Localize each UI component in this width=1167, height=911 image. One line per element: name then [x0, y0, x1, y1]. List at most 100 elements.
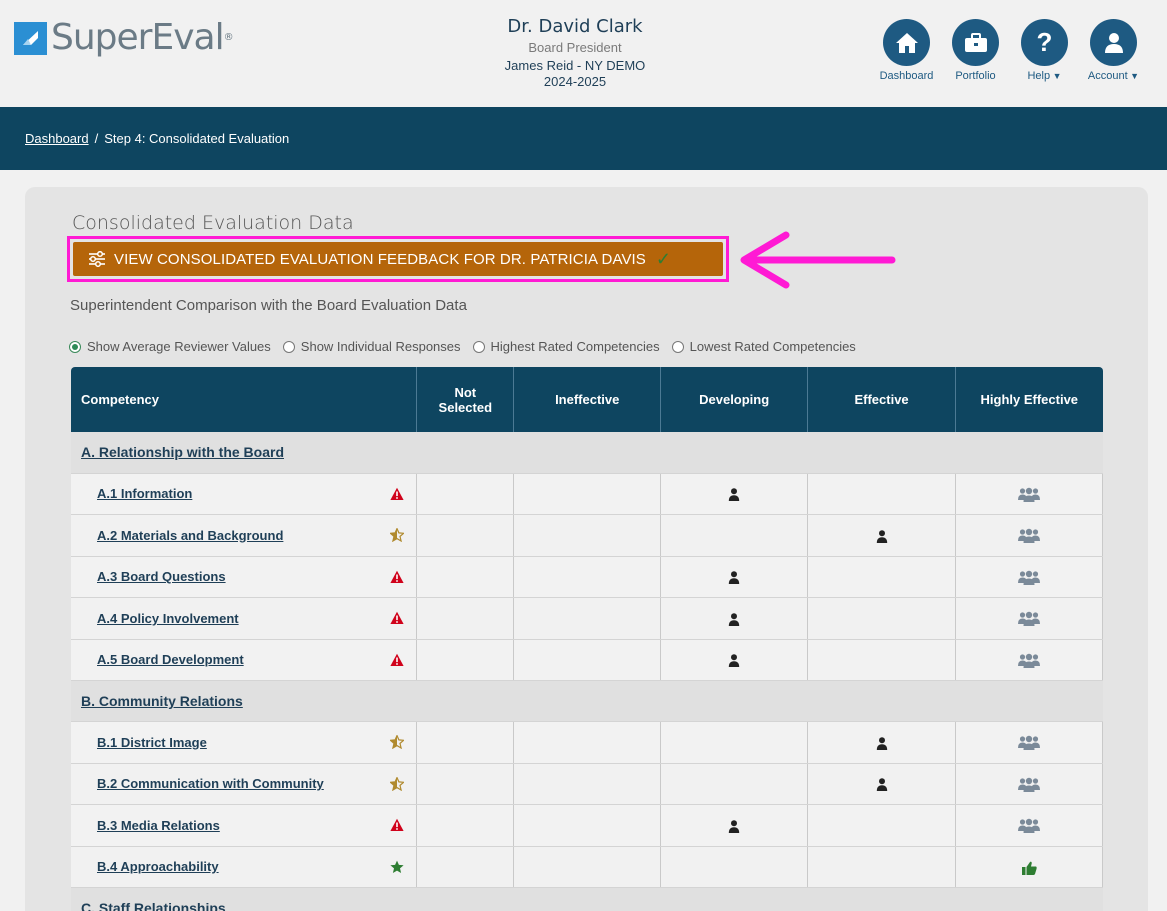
logo-mark-icon: [14, 21, 47, 55]
caret-down-icon: ▼: [1127, 71, 1140, 81]
group-icon: [1018, 570, 1041, 585]
radio-button[interactable]: [69, 340, 81, 353]
table-row: B.4 Approachability: [71, 846, 1103, 888]
header-ineffective: Ineffective: [513, 367, 662, 432]
rating-cell: [513, 473, 662, 515]
rating-cell: [660, 473, 809, 515]
rating-cell: [955, 597, 1103, 640]
nav-label[interactable]: Help ▼: [1027, 70, 1061, 82]
group-cell: C. Staff Relationships: [71, 887, 1103, 911]
header-highly-effective: Highly Effective: [955, 367, 1103, 432]
annotation-arrow-icon: [740, 231, 896, 289]
view-feedback-button[interactable]: VIEW CONSOLIDATED EVALUATION FEEDBACK FO…: [73, 242, 723, 276]
competency-link[interactable]: B.2 Communication with Community: [97, 776, 324, 791]
nav-label[interactable]: Dashboard: [880, 70, 934, 82]
competency-link[interactable]: B.4 Approachability: [97, 859, 219, 874]
rating-cell: [416, 846, 515, 888]
header-effective: Effective: [807, 367, 957, 432]
competency-link[interactable]: A.4 Policy Involvement: [97, 611, 239, 626]
breadcrumb-dashboard-link[interactable]: Dashboard: [25, 131, 89, 146]
group-icon: [1018, 653, 1041, 668]
group-cell: A. Relationship with the Board: [71, 432, 1103, 474]
rating-cell: [807, 597, 957, 640]
person-icon: [876, 530, 887, 543]
rating-cell: [513, 846, 662, 888]
nav-label[interactable]: Account ▼: [1088, 70, 1139, 82]
radio-average[interactable]: Show Average Reviewer Values: [69, 339, 271, 354]
group-link[interactable]: A. Relationship with the Board: [81, 444, 284, 460]
table-row: A.3 Board Questions: [71, 556, 1103, 598]
page-title: Consolidated Evaluation Data: [72, 212, 354, 234]
main-card: Consolidated Evaluation Data VIEW CONSOL…: [25, 187, 1148, 911]
group-link[interactable]: B. Community Relations: [81, 693, 243, 709]
table-row: A.2 Materials and Background: [71, 514, 1103, 557]
table-header-row: Competency Not Selected Ineffective Devel…: [71, 367, 1103, 432]
nav-portfolio[interactable]: Portfolio: [948, 19, 1003, 82]
group-icon: [1018, 529, 1041, 544]
table-row: A.1 Information: [71, 473, 1103, 515]
district-name: James Reid - NY DEMO: [504, 58, 646, 73]
thumbs-up-icon: [1021, 861, 1037, 875]
home-icon[interactable]: [883, 19, 930, 66]
competency-link[interactable]: A.5 Board Development: [97, 652, 244, 667]
competency-cell: A.4 Policy Involvement: [71, 597, 418, 640]
group-link[interactable]: C. Staff Relationships: [81, 900, 226, 911]
rating-cell: [955, 763, 1103, 805]
radio-lowest[interactable]: Lowest Rated Competencies: [671, 339, 856, 354]
competency-link[interactable]: B.1 District Image: [97, 735, 207, 750]
user-icon[interactable]: [1090, 19, 1137, 66]
competency-cell: B.3 Media Relations: [71, 804, 418, 847]
school-year: 2024-2025: [543, 74, 607, 89]
nav-help[interactable]: ? Help ▼: [1017, 19, 1072, 82]
rating-cell: [807, 721, 957, 764]
briefcase-icon[interactable]: [952, 19, 999, 66]
radio-highest[interactable]: Highest Rated Competencies: [472, 339, 660, 354]
rating-cell: [513, 721, 662, 764]
rating-cell: [416, 514, 515, 557]
group-cell: B. Community Relations: [71, 680, 1103, 722]
group-row: A. Relationship with the Board: [71, 432, 1103, 474]
user-info: Dr. David Clark Board President James Re…: [475, 16, 675, 89]
half-star-icon: [390, 776, 405, 791]
question-icon[interactable]: ?: [1021, 19, 1068, 66]
competency-link[interactable]: A.2 Materials and Background: [97, 528, 283, 543]
person-icon: [876, 737, 887, 750]
nav-account[interactable]: Account ▼: [1086, 19, 1141, 82]
rating-cell: [807, 804, 957, 847]
rating-cell: [955, 639, 1103, 681]
competency-cell: B.2 Communication with Community: [71, 763, 418, 805]
radio-individual[interactable]: Show Individual Responses: [282, 339, 461, 354]
competency-cell: A.1 Information: [71, 473, 418, 515]
group-icon: [1018, 777, 1041, 792]
rating-cell: [955, 846, 1103, 888]
rating-cell: [660, 639, 809, 681]
competency-cell: A.5 Board Development: [71, 639, 418, 681]
nav-label[interactable]: Portfolio: [955, 70, 995, 82]
superEval-logo[interactable]: SuperEval®: [14, 18, 234, 58]
rating-cell: [513, 763, 662, 805]
rating-cell: [660, 514, 809, 557]
competency-link[interactable]: A.3 Board Questions: [97, 569, 226, 584]
view-options: Show Average Reviewer Values Show Indivi…: [69, 339, 856, 354]
comparison-subtitle: Superintendent Comparison with the Board…: [70, 297, 467, 314]
nav-dashboard[interactable]: Dashboard: [879, 19, 934, 82]
rating-cell: [416, 597, 515, 640]
radio-label: Show Individual Responses: [300, 339, 461, 354]
group-icon: [1018, 487, 1041, 502]
half-star-icon: [390, 528, 405, 543]
user-name: Dr. David Clark: [507, 16, 643, 37]
competency-link[interactable]: B.3 Media Relations: [97, 818, 220, 833]
group-icon: [1018, 736, 1041, 751]
rating-cell: [660, 721, 809, 764]
competency-link[interactable]: A.1 Information: [97, 486, 192, 501]
rating-cell: [807, 473, 957, 515]
feedback-button-label: VIEW CONSOLIDATED EVALUATION FEEDBACK FO…: [114, 250, 646, 268]
header-competency: Competency: [71, 367, 418, 432]
radio-button[interactable]: [472, 340, 485, 353]
rating-cell: [807, 846, 957, 888]
person-icon: [728, 488, 740, 502]
rating-cell: [416, 556, 515, 598]
radio-button[interactable]: [671, 340, 684, 353]
radio-button[interactable]: [282, 340, 295, 353]
radio-label: Highest Rated Competencies: [490, 339, 660, 354]
